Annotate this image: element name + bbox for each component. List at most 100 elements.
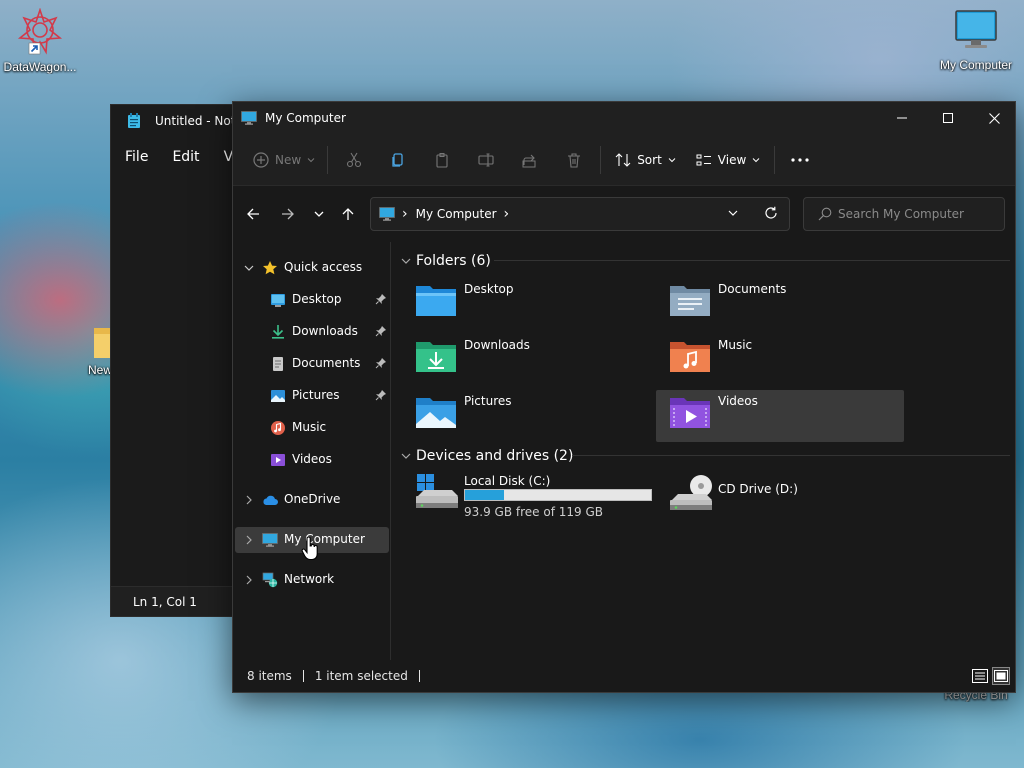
folder-icon: [94, 328, 112, 358]
drive-local-disk-c[interactable]: Local Disk (C:) 93.9 GB free of 119 GB: [402, 474, 652, 526]
folders-group-header[interactable]: Folders (6): [400, 250, 1010, 272]
status-bar: 8 items 1 item selected: [233, 660, 1015, 692]
folder-music[interactable]: Music: [656, 334, 904, 386]
minimize-button[interactable]: [879, 102, 925, 134]
notepad-titlebar[interactable]: Untitled - Not: [111, 105, 239, 137]
cut-button[interactable]: [332, 144, 376, 176]
nav-downloads[interactable]: Downloads: [235, 319, 389, 345]
drive-usage-bar: [464, 489, 652, 501]
details-view-icon: [972, 669, 988, 683]
nav-label: OneDrive: [284, 492, 341, 506]
folder-name: Pictures: [464, 394, 512, 408]
folder-name: Desktop: [464, 282, 514, 296]
chevron-down-icon: [728, 210, 738, 216]
address-bar-row: › My Computer › Search My Computer: [233, 186, 1015, 242]
drive-cd-d[interactable]: CD Drive (D:): [656, 474, 904, 526]
sort-button[interactable]: Sort: [605, 144, 686, 176]
address-history-button[interactable]: [727, 207, 743, 223]
folder-desktop[interactable]: Desktop: [402, 278, 650, 330]
notepad-menubar: File Edit V: [111, 137, 239, 177]
forward-button[interactable]: [274, 200, 302, 228]
share-button[interactable]: [508, 144, 552, 176]
share-icon: [522, 154, 536, 167]
view-button[interactable]: View: [686, 144, 770, 176]
recent-locations-button[interactable]: [305, 200, 333, 228]
music-note-icon: [271, 421, 285, 435]
close-button[interactable]: [971, 102, 1017, 134]
divider: [774, 145, 776, 174]
nav-music[interactable]: Music: [235, 415, 389, 441]
desktop-icon-my-computer[interactable]: My Computer: [936, 8, 1016, 72]
chevron-down-icon: [752, 157, 760, 162]
drive-name: CD Drive (D:): [718, 482, 798, 496]
folder-documents[interactable]: Documents: [656, 278, 904, 330]
pin-icon[interactable]: [375, 325, 387, 337]
breadcrumb-separator: ›: [402, 206, 408, 222]
nav-label: Desktop: [292, 292, 342, 306]
desktop-folder-icon: [416, 286, 456, 316]
search-box[interactable]: Search My Computer: [803, 197, 1005, 231]
videos-folder-icon: [670, 398, 710, 428]
nav-network[interactable]: Network: [235, 567, 389, 593]
breadcrumb-my-computer[interactable]: My Computer: [416, 207, 497, 221]
pin-icon[interactable]: [375, 389, 387, 401]
notepad-title: Untitled - Not: [155, 114, 236, 128]
document-icon: [273, 357, 283, 371]
search-icon: [818, 207, 832, 221]
nav-onedrive[interactable]: OneDrive: [235, 487, 389, 513]
nav-pictures[interactable]: Pictures: [235, 383, 389, 409]
desktop-icon-datawagon[interactable]: DataWagon...: [0, 8, 80, 74]
maximize-button[interactable]: [925, 102, 971, 134]
back-button[interactable]: [239, 200, 267, 228]
pictures-folder-icon: [416, 398, 456, 428]
cloud-icon: [263, 495, 278, 505]
nav-label: Music: [292, 420, 327, 434]
large-icons-view-button[interactable]: [992, 667, 1010, 685]
folder-videos[interactable]: Videos: [656, 390, 904, 442]
music-folder-icon: [670, 342, 710, 372]
pin-icon[interactable]: [375, 357, 387, 369]
pin-icon[interactable]: [375, 293, 387, 305]
notepad-icon: [128, 113, 140, 128]
rename-button[interactable]: [464, 144, 508, 176]
explorer-titlebar[interactable]: My Computer: [233, 102, 1015, 134]
search-input[interactable]: Search My Computer: [838, 207, 964, 221]
folder-pictures[interactable]: Pictures: [402, 390, 650, 442]
star-icon: [263, 261, 277, 275]
new-button[interactable]: New: [245, 144, 323, 176]
nav-videos[interactable]: Videos: [235, 447, 389, 473]
copy-button[interactable]: [376, 144, 420, 176]
nav-desktop[interactable]: Desktop: [235, 287, 389, 313]
notepad-window[interactable]: Untitled - Not File Edit V Ln 1, Col 1: [110, 104, 240, 617]
folder-name: Documents: [718, 282, 787, 296]
hand-cursor-icon: [301, 537, 318, 561]
monitor-icon: [241, 111, 257, 125]
explorer-window[interactable]: My Computer New Sort View › My Computer …: [232, 101, 1016, 693]
command-bar: New Sort View: [233, 134, 1015, 186]
refresh-button[interactable]: [764, 206, 780, 222]
desktop-icon-label: DataWagon...: [3, 60, 77, 74]
delete-button[interactable]: [552, 144, 596, 176]
paste-button[interactable]: [420, 144, 464, 176]
address-box[interactable]: › My Computer ›: [370, 197, 790, 231]
cd-drive-icon: [670, 475, 712, 510]
details-view-button[interactable]: [971, 667, 989, 685]
nav-label: Network: [284, 572, 335, 586]
nav-label: Videos: [292, 452, 332, 466]
more-options-button[interactable]: [779, 144, 821, 176]
folder-downloads[interactable]: Downloads: [402, 334, 650, 386]
menu-edit[interactable]: Edit: [172, 149, 199, 165]
minimize-icon: [897, 117, 907, 119]
desktop-icon-new-folder[interactable]: New: [72, 326, 112, 377]
nav-documents[interactable]: Documents: [235, 351, 389, 377]
nav-quick-access[interactable]: Quick access: [235, 255, 389, 281]
close-icon: [988, 112, 1000, 124]
chevron-right-icon: [246, 495, 252, 505]
desktop-folder-icon: [271, 294, 285, 307]
selection-count: 1 item selected: [314, 669, 408, 683]
network-icon: [262, 572, 278, 588]
drives-group-header[interactable]: Devices and drives (2): [400, 445, 1010, 467]
nav-label: Pictures: [292, 388, 340, 402]
menu-file[interactable]: File: [125, 149, 148, 165]
up-button[interactable]: [334, 200, 362, 228]
